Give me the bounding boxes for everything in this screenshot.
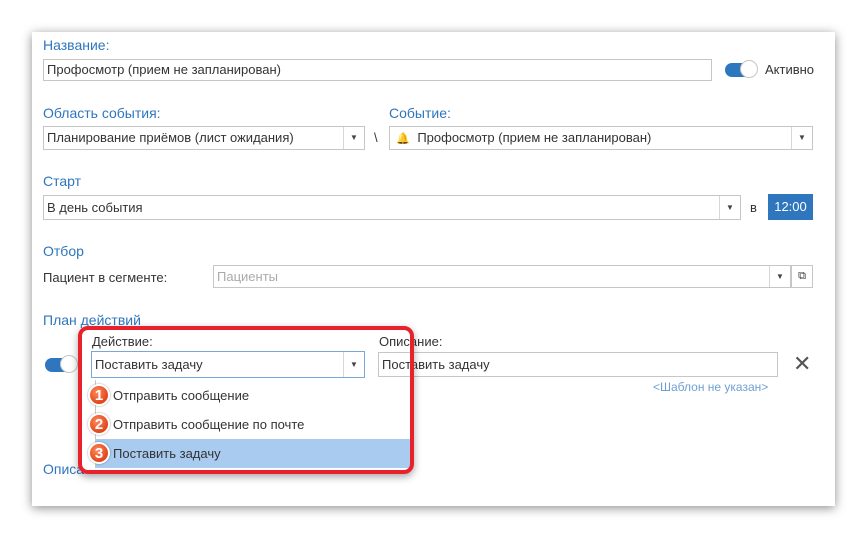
- at-label: в: [750, 200, 757, 215]
- action-toggle[interactable]: [45, 355, 78, 373]
- template-link[interactable]: <Шаблон не указан>: [653, 380, 768, 394]
- active-toggle[interactable]: [725, 60, 758, 78]
- bell-icon: 🔔: [396, 133, 410, 145]
- close-icon[interactable]: ✕: [793, 353, 811, 375]
- start-value: В день события: [47, 200, 143, 215]
- open-link-icon[interactable]: ⧉: [791, 265, 813, 288]
- chevron-down-icon[interactable]: ▼: [769, 266, 790, 287]
- segment-select[interactable]: Пациенты ▼: [213, 265, 791, 288]
- active-label: Активно: [765, 62, 815, 77]
- event-value: Профосмотр (прием не запланирован): [417, 130, 652, 145]
- chevron-down-icon[interactable]: ▼: [719, 196, 740, 219]
- event-area-label: Область события:: [43, 105, 161, 121]
- start-select[interactable]: В день события ▼: [43, 195, 741, 220]
- segment-label: Пациент в сегменте:: [43, 270, 168, 285]
- time-button[interactable]: 12:00: [768, 194, 813, 220]
- filter-label: Отбор: [43, 243, 84, 259]
- chevron-down-icon[interactable]: ▼: [343, 127, 364, 149]
- event-area-value: Планирование приёмов (лист ожидания): [47, 130, 294, 145]
- event-area-select[interactable]: Планирование приёмов (лист ожидания) ▼: [43, 126, 365, 150]
- highlight-frame: [78, 326, 414, 474]
- name-field[interactable]: Профосмотр (прием не запланирован): [43, 59, 712, 81]
- start-label: Старт: [43, 173, 82, 189]
- segment-placeholder: Пациенты: [217, 269, 278, 284]
- chevron-down-icon[interactable]: ▼: [791, 127, 812, 149]
- event-select[interactable]: 🔔 Профосмотр (прием не запланирован) ▼: [389, 126, 813, 150]
- separator: \: [374, 130, 378, 145]
- description-field[interactable]: Поставить задачу: [378, 352, 778, 377]
- name-label: Название:: [43, 37, 110, 53]
- event-label: Событие:: [389, 105, 451, 121]
